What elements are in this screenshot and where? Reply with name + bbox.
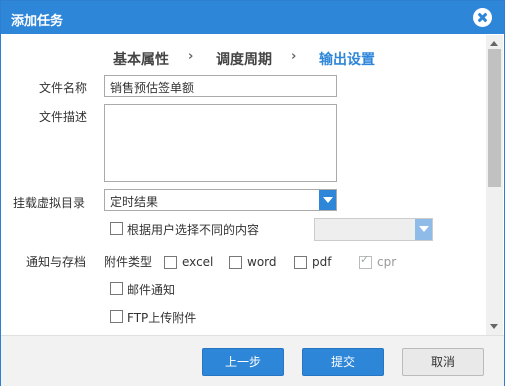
step-separator-icon: › <box>291 49 297 64</box>
cpr-checkbox <box>359 253 372 269</box>
excel-checkbox[interactable] <box>164 256 177 269</box>
ftp-upload-checkbox[interactable] <box>110 310 123 323</box>
step-separator-icon: › <box>188 49 194 64</box>
notify-label: 通知与存档 <box>26 255 87 269</box>
prev-step-button[interactable]: 上一步 <box>202 348 284 376</box>
submit-button[interactable]: 提交 <box>302 348 384 376</box>
mount-dir-select[interactable]: 定时结果 <box>104 189 337 211</box>
file-desc-label: 文件描述 <box>39 110 88 124</box>
attach-type-label: 附件类型 <box>104 255 153 269</box>
scrollbar-thumb[interactable] <box>488 49 501 187</box>
mail-notify-checkbox[interactable] <box>110 282 123 295</box>
mount-dir-value: 定时结果 <box>110 195 159 209</box>
chevron-down-icon <box>415 219 432 240</box>
scroll-up-icon[interactable] <box>490 41 498 46</box>
scroll-down-icon[interactable] <box>490 324 498 329</box>
title-bar: 添加任务 <box>1 1 504 34</box>
file-name-input[interactable]: 销售预估签单额 <box>104 75 337 97</box>
add-task-dialog: 添加任务 基本属性 › 调度周期 › 输出设置 文件名称 销售预估签单额 文件描… <box>0 0 505 386</box>
close-icon[interactable] <box>473 8 492 27</box>
mail-notify-label: 邮件通知 <box>127 283 176 297</box>
chevron-down-icon[interactable] <box>319 190 336 210</box>
ftp-upload-label: FTP上传附件 <box>127 311 197 325</box>
cpr-label: cpr <box>377 255 397 269</box>
excel-label: excel <box>182 255 214 269</box>
cancel-button[interactable]: 取消 <box>402 348 484 376</box>
word-label: word <box>247 255 277 269</box>
step-output-settings[interactable]: 输出设置 <box>319 49 375 69</box>
mount-dir-label: 挂载虚拟目录 <box>13 196 86 210</box>
vertical-scrollbar[interactable] <box>486 35 503 335</box>
user-select-label: 根据用户选择不同的内容 <box>127 223 260 237</box>
dialog-footer: 上一步 提交 取消 <box>1 335 504 386</box>
word-checkbox[interactable] <box>229 256 242 269</box>
step-schedule[interactable]: 调度周期 <box>216 49 272 69</box>
user-select-dropdown <box>314 218 433 241</box>
pdf-checkbox[interactable] <box>294 256 307 269</box>
step-basic-properties[interactable]: 基本属性 <box>113 49 169 69</box>
pdf-label: pdf <box>312 255 332 269</box>
file-desc-textarea[interactable] <box>104 104 337 182</box>
user-select-checkbox[interactable] <box>110 222 123 235</box>
file-name-label: 文件名称 <box>39 81 88 95</box>
dialog-title: 添加任务 <box>11 14 64 29</box>
